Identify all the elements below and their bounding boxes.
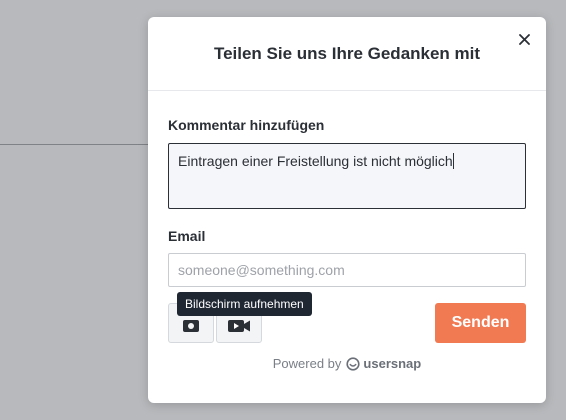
dialog-title: Teilen Sie uns Ihre Gedanken mit	[213, 44, 481, 63]
powered-by-text: Powered by	[272, 356, 342, 371]
usersnap-logo-icon	[346, 356, 361, 371]
dialog-header: Teilen Sie uns Ihre Gedanken mit	[148, 17, 546, 91]
comment-text: Eintragen einer Freistellung ist nicht m…	[178, 153, 453, 169]
background-divider	[0, 144, 150, 145]
text-caret	[452, 153, 454, 169]
close-icon	[518, 33, 530, 45]
email-field[interactable]	[168, 253, 526, 287]
send-button[interactable]: Senden	[435, 303, 526, 343]
close-button[interactable]	[514, 29, 534, 49]
record-tooltip: Bildschirm aufnehmen	[177, 292, 312, 316]
feedback-dialog: Teilen Sie uns Ihre Gedanken mit Komment…	[148, 17, 546, 403]
comment-label: Kommentar hinzufügen	[168, 117, 325, 133]
brand-name: usersnap	[363, 356, 422, 371]
camera-icon	[183, 320, 199, 332]
email-label: Email	[168, 228, 206, 244]
powered-by: Powered by usersnap	[148, 356, 546, 371]
comment-textarea[interactable]: Eintragen einer Freistellung ist nicht m…	[168, 143, 526, 209]
usersnap-link[interactable]: usersnap	[346, 356, 421, 371]
video-icon	[228, 320, 250, 332]
